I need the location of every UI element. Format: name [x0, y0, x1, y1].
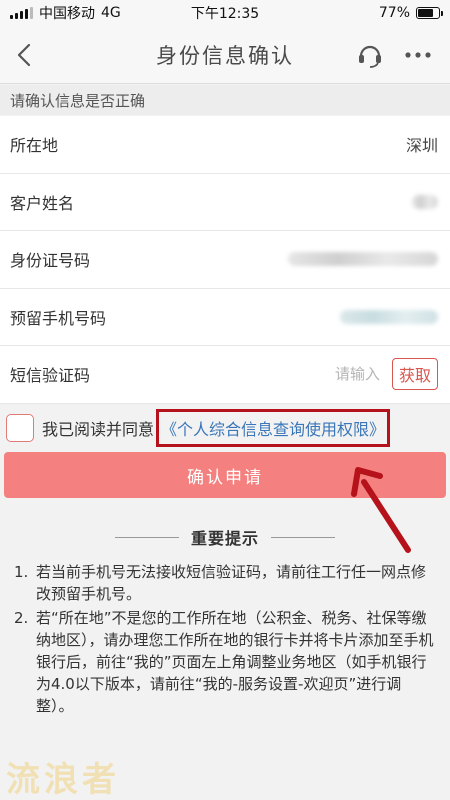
sms-code-controls: 获取 — [319, 358, 438, 391]
tip-text: 若当前手机号无法接收短信验证码，请前往工行任一网点修改预留手机号。 — [36, 563, 427, 603]
tips-section: 重要提示 1. 若当前手机号无法接收短信验证码，请前往工行任一网点修改预留手机号… — [0, 525, 450, 719]
location-label: 所在地 — [10, 136, 59, 156]
status-bar: 中国移动 4G 下午12:35 77% — [0, 0, 450, 26]
more-icon[interactable] — [404, 48, 432, 62]
agree-text: 我已阅读并同意 — [42, 420, 155, 439]
id-number-label: 身份证号码 — [10, 251, 91, 271]
tip-item: 1. 若当前手机号无法接收短信验证码，请前往工行任一网点修改预留手机号。 — [14, 561, 436, 605]
sms-code-input[interactable] — [319, 365, 380, 384]
tips-header: 重要提示 — [0, 525, 450, 549]
tip-text: 若“所在地”不是您的工作所在地（公积金、税务、社保等缴纳地区），请办理您工作所在… — [36, 609, 434, 715]
tips-title: 重要提示 — [190, 529, 259, 548]
row-name: 客户姓名 — [0, 174, 450, 231]
signal-icon — [10, 7, 33, 19]
tips-list: 1. 若当前手机号无法接收短信验证码，请前往工行任一网点修改预留手机号。 2. … — [0, 561, 450, 717]
agree-checkbox[interactable] — [6, 414, 34, 442]
divider — [271, 536, 335, 538]
name-label: 客户姓名 — [10, 193, 75, 213]
tip-number: 2. — [14, 609, 29, 627]
location-value: 深圳 — [405, 136, 438, 156]
id-number-redacted — [288, 252, 438, 267]
agreement-row: 我已阅读并同意 《个人综合信息查询使用权限》 — [0, 405, 450, 451]
row-sms-code: 短信验证码 获取 — [0, 346, 450, 404]
divider — [114, 536, 179, 538]
tip-item: 2. 若“所在地”不是您的工作所在地（公积金、税务、社保等缴纳地区），请办理您工… — [14, 607, 436, 717]
watermark: 流浪者 — [6, 760, 120, 800]
carrier-label: 中国移动 — [39, 6, 95, 22]
battery-fill — [418, 9, 434, 17]
phone-label: 预留手机号码 — [10, 308, 107, 328]
row-phone: 预留手机号码 — [0, 289, 450, 346]
section-header: 请确认信息是否正确 — [0, 85, 450, 115]
phone-redacted — [340, 309, 438, 324]
battery-icon — [416, 7, 443, 19]
row-location[interactable]: 所在地 深圳 — [0, 116, 450, 174]
status-right: 77% — [378, 5, 443, 21]
identity-form: 所在地 深圳 客户姓名 身份证号码 预留手机号码 短信验证码 获取 — [0, 116, 450, 404]
tip-number: 1. — [14, 563, 29, 581]
agreement-link[interactable]: 《个人综合信息查询使用权限》 — [156, 409, 391, 447]
get-code-button[interactable]: 获取 — [391, 358, 438, 391]
row-id-number: 身份证号码 — [0, 231, 450, 289]
sms-code-label: 短信验证码 — [10, 366, 91, 386]
page-title: 身份信息确认 — [156, 43, 294, 68]
status-left: 中国移动 4G — [10, 3, 121, 23]
chevron-left-icon[interactable] — [10, 40, 40, 70]
nav-bar: 身份信息确认 — [0, 26, 450, 84]
name-redacted — [412, 194, 438, 209]
headset-icon[interactable] — [356, 41, 384, 69]
battery-percent: 77% — [378, 5, 410, 21]
status-time: 下午12:35 — [190, 6, 260, 22]
network-label: 4G — [101, 5, 121, 21]
